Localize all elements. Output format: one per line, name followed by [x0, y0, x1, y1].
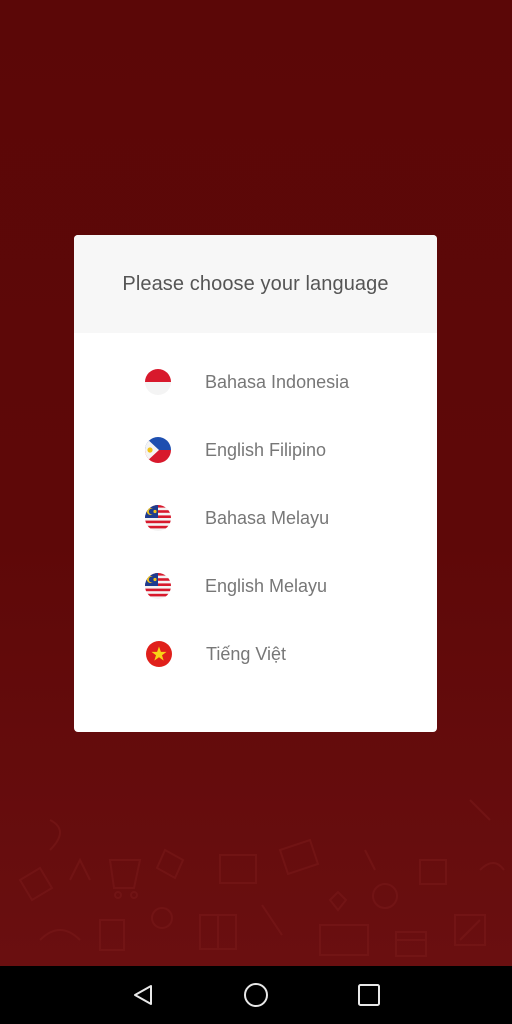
language-option-bahasa-indonesia[interactable]: Bahasa Indonesia	[74, 354, 437, 410]
language-option-english-melayu[interactable]: English Melayu	[74, 558, 437, 614]
philippines-flag-icon	[145, 437, 171, 463]
language-dialog: Please choose your language Bahasa Indon…	[74, 235, 437, 732]
language-label: Tiếng Việt	[206, 643, 287, 664]
language-option-bahasa-melayu[interactable]: Bahasa Melayu	[74, 490, 437, 546]
language-label: English Melayu	[205, 575, 328, 596]
language-label: Bahasa Indonesia	[205, 371, 350, 392]
system-navigation-bar	[0, 966, 512, 1024]
back-triangle-icon	[134, 985, 152, 1005]
home-circle-icon	[244, 983, 268, 1007]
language-label: English Filipino	[205, 439, 327, 460]
malaysia-flag-icon	[145, 573, 171, 599]
malaysia-flag-icon	[145, 505, 171, 531]
recents-square-icon	[358, 984, 380, 1006]
back-button[interactable]	[103, 966, 183, 1024]
indonesia-flag-icon	[145, 369, 171, 395]
language-option-tieng-viet[interactable]: Tiếng Việt	[74, 626, 437, 682]
language-label: Bahasa Melayu	[205, 507, 330, 528]
dialog-title: Please choose your language	[122, 272, 389, 295]
recents-button[interactable]	[329, 966, 409, 1024]
vietnam-flag-icon	[146, 641, 172, 667]
dialog-header: Please choose your language	[74, 235, 437, 333]
home-button[interactable]	[216, 966, 296, 1024]
language-option-english-filipino[interactable]: English Filipino	[74, 422, 437, 478]
